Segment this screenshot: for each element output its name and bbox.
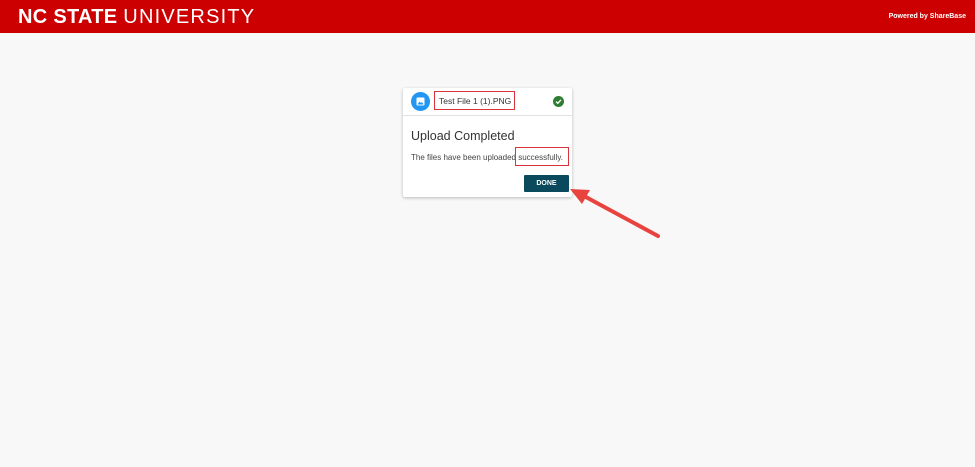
check-circle-icon: [553, 96, 564, 107]
brand-bold-text: NC STATE: [18, 6, 118, 28]
annotation-arrow: [570, 189, 660, 238]
upload-complete-card: Test File 1 (1).PNG Upload Completed The…: [403, 88, 572, 197]
file-name: Test File 1 (1).PNG: [439, 96, 512, 106]
image-file-icon: [411, 92, 430, 111]
brand-thin-text: UNIVERSITY: [123, 6, 256, 28]
success-highlight-box: [515, 147, 569, 166]
file-row: Test File 1 (1).PNG: [403, 88, 572, 116]
university-logo[interactable]: NC STATE UNIVERSITY: [18, 5, 255, 29]
top-bar: NC STATE UNIVERSITY Powered by ShareBase: [0, 0, 975, 33]
dialog-title: Upload Completed: [411, 129, 515, 143]
powered-by-label: Powered by ShareBase: [888, 13, 966, 20]
